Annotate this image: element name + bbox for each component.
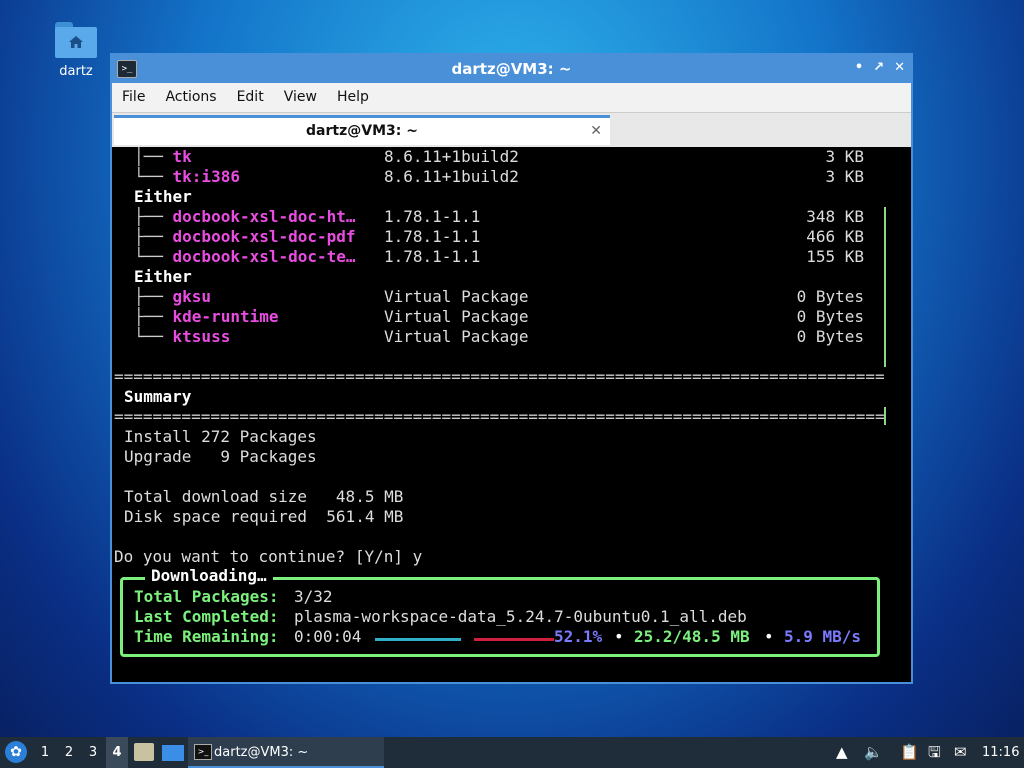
menu-view[interactable]: View bbox=[274, 83, 327, 112]
separator-line: ========================================… bbox=[114, 367, 884, 386]
summary-title: Summary bbox=[124, 387, 192, 406]
package-row: ├── docbook-xsl-doc-pdf bbox=[134, 227, 356, 246]
clock[interactable]: 11:16 bbox=[982, 737, 1019, 768]
notification-icon[interactable]: ✉ bbox=[954, 737, 967, 768]
progress-bar-remaining bbox=[474, 638, 554, 641]
menu-actions[interactable]: Actions bbox=[155, 83, 226, 112]
package-version: Virtual Package bbox=[384, 307, 529, 326]
maximize-button[interactable]: ↗ bbox=[873, 60, 884, 75]
package-version: Virtual Package bbox=[384, 287, 529, 306]
workspace-1[interactable]: 1 bbox=[34, 737, 56, 768]
volume-icon[interactable]: 🔈 bbox=[864, 737, 883, 768]
menu-file[interactable]: File bbox=[112, 83, 155, 112]
workspace-4[interactable]: 4 bbox=[106, 737, 128, 768]
task-label: dartz@VM3: ~ bbox=[214, 745, 309, 760]
separator-line: ========================================… bbox=[114, 407, 884, 426]
package-size: 3 KB bbox=[825, 167, 864, 186]
bullet-separator: • bbox=[614, 627, 624, 646]
show-desktop-icon[interactable] bbox=[162, 745, 184, 761]
progress-percent: 52.1% bbox=[554, 627, 603, 646]
download-size: Total download size 48.5 MB bbox=[124, 487, 404, 506]
upgrade-count: Upgrade 9 Packages bbox=[124, 447, 317, 466]
package-version: 1.78.1-1.1 bbox=[384, 227, 481, 246]
package-size: 0 Bytes bbox=[796, 287, 864, 306]
tab-terminal[interactable]: dartz@VM3: ~ ✕ bbox=[114, 115, 610, 145]
menu-edit[interactable]: Edit bbox=[227, 83, 274, 112]
package-row: └── tk:i386 bbox=[134, 167, 240, 186]
disk-space: Disk space required 561.4 MB bbox=[124, 507, 404, 526]
package-size: 155 KB bbox=[806, 247, 864, 266]
file-manager-icon[interactable] bbox=[134, 743, 154, 761]
close-button[interactable]: ✕ bbox=[894, 60, 905, 75]
window-title: dartz@VM3: ~ bbox=[451, 60, 572, 78]
desktop-home-folder[interactable]: dartz bbox=[50, 22, 102, 79]
menu-bar: File Actions Edit View Help bbox=[112, 83, 911, 112]
package-row: └── docbook-xsl-doc-te… bbox=[134, 247, 356, 266]
package-row: │── tk bbox=[134, 147, 192, 166]
network-icon[interactable]: 🖫 bbox=[928, 737, 941, 768]
continue-prompt: Do you want to continue? [Y/n] y bbox=[114, 547, 423, 566]
menu-help[interactable]: Help bbox=[327, 83, 379, 112]
package-version: 1.78.1-1.1 bbox=[384, 207, 481, 226]
clipboard-icon[interactable]: 📋 bbox=[900, 737, 919, 768]
download-speed: 5.9 MB/s bbox=[784, 627, 862, 646]
title-bar[interactable]: >_ dartz@VM3: ~ • ↗ ✕ bbox=[112, 55, 911, 83]
package-size: 0 Bytes bbox=[796, 327, 864, 346]
start-menu-icon[interactable]: ✿ bbox=[5, 741, 27, 763]
package-size: 3 KB bbox=[825, 147, 864, 166]
package-version: Virtual Package bbox=[384, 327, 529, 346]
upload-icon[interactable]: ▲ bbox=[836, 737, 848, 768]
scroll-indicator bbox=[884, 407, 886, 425]
workspace-3[interactable]: 3 bbox=[82, 737, 104, 768]
either-group-label: Either bbox=[134, 187, 192, 206]
progress-bar-done bbox=[375, 638, 461, 641]
terminal-output[interactable]: │── tk 8.6.11+1build2 3 KB └── tk:i386 8… bbox=[114, 147, 910, 682]
install-count: Install 272 Packages bbox=[124, 427, 317, 446]
package-size: 348 KB bbox=[806, 207, 864, 226]
package-version: 8.6.11+1build2 bbox=[384, 147, 519, 166]
tab-label: dartz@VM3: ~ bbox=[306, 123, 418, 139]
workspace-2[interactable]: 2 bbox=[58, 737, 80, 768]
bullet-separator: • bbox=[764, 627, 774, 646]
taskbar: ✿ 1 2 3 4 >_ dartz@VM3: ~ ▲ 🔈 📋 🖫 ✉ 11:1… bbox=[0, 737, 1024, 768]
terminal-task-icon: >_ bbox=[194, 744, 212, 760]
last-completed-label: Last Completed: bbox=[134, 607, 279, 626]
package-row: └── ktsuss bbox=[134, 327, 231, 346]
desktop-icon-label: dartz bbox=[59, 64, 93, 79]
downloading-title: Downloading… bbox=[145, 566, 273, 585]
download-amount: 25.2/48.5 MB bbox=[634, 627, 750, 646]
package-size: 466 KB bbox=[806, 227, 864, 246]
either-group-label: Either bbox=[134, 267, 192, 286]
package-row: ├── docbook-xsl-doc-ht… bbox=[134, 207, 356, 226]
time-remaining-label: Time Remaining: bbox=[134, 627, 279, 646]
taskbar-terminal-task[interactable]: >_ dartz@VM3: ~ bbox=[188, 737, 384, 768]
package-row: ├── gksu bbox=[134, 287, 212, 306]
package-row: ├── kde-runtime bbox=[134, 307, 279, 326]
package-size: 0 Bytes bbox=[796, 307, 864, 326]
time-remaining-value: 0:00:04 bbox=[294, 627, 362, 646]
package-version: 8.6.11+1build2 bbox=[384, 167, 519, 186]
terminal-window: >_ dartz@VM3: ~ • ↗ ✕ File Actions Edit … bbox=[110, 53, 913, 684]
package-version: 1.78.1-1.1 bbox=[384, 247, 481, 266]
tab-close-icon[interactable]: ✕ bbox=[590, 118, 602, 144]
total-packages-value: 3/32 bbox=[294, 587, 333, 606]
scroll-indicator bbox=[884, 207, 886, 367]
minimize-button[interactable]: • bbox=[855, 60, 863, 75]
total-packages-label: Total Packages: bbox=[134, 587, 279, 606]
last-completed-value: plasma-workspace-data_5.24.7-0ubuntu0.1_… bbox=[294, 607, 747, 626]
tab-bar: dartz@VM3: ~ ✕ bbox=[112, 112, 911, 147]
folder-home-icon bbox=[55, 22, 97, 58]
